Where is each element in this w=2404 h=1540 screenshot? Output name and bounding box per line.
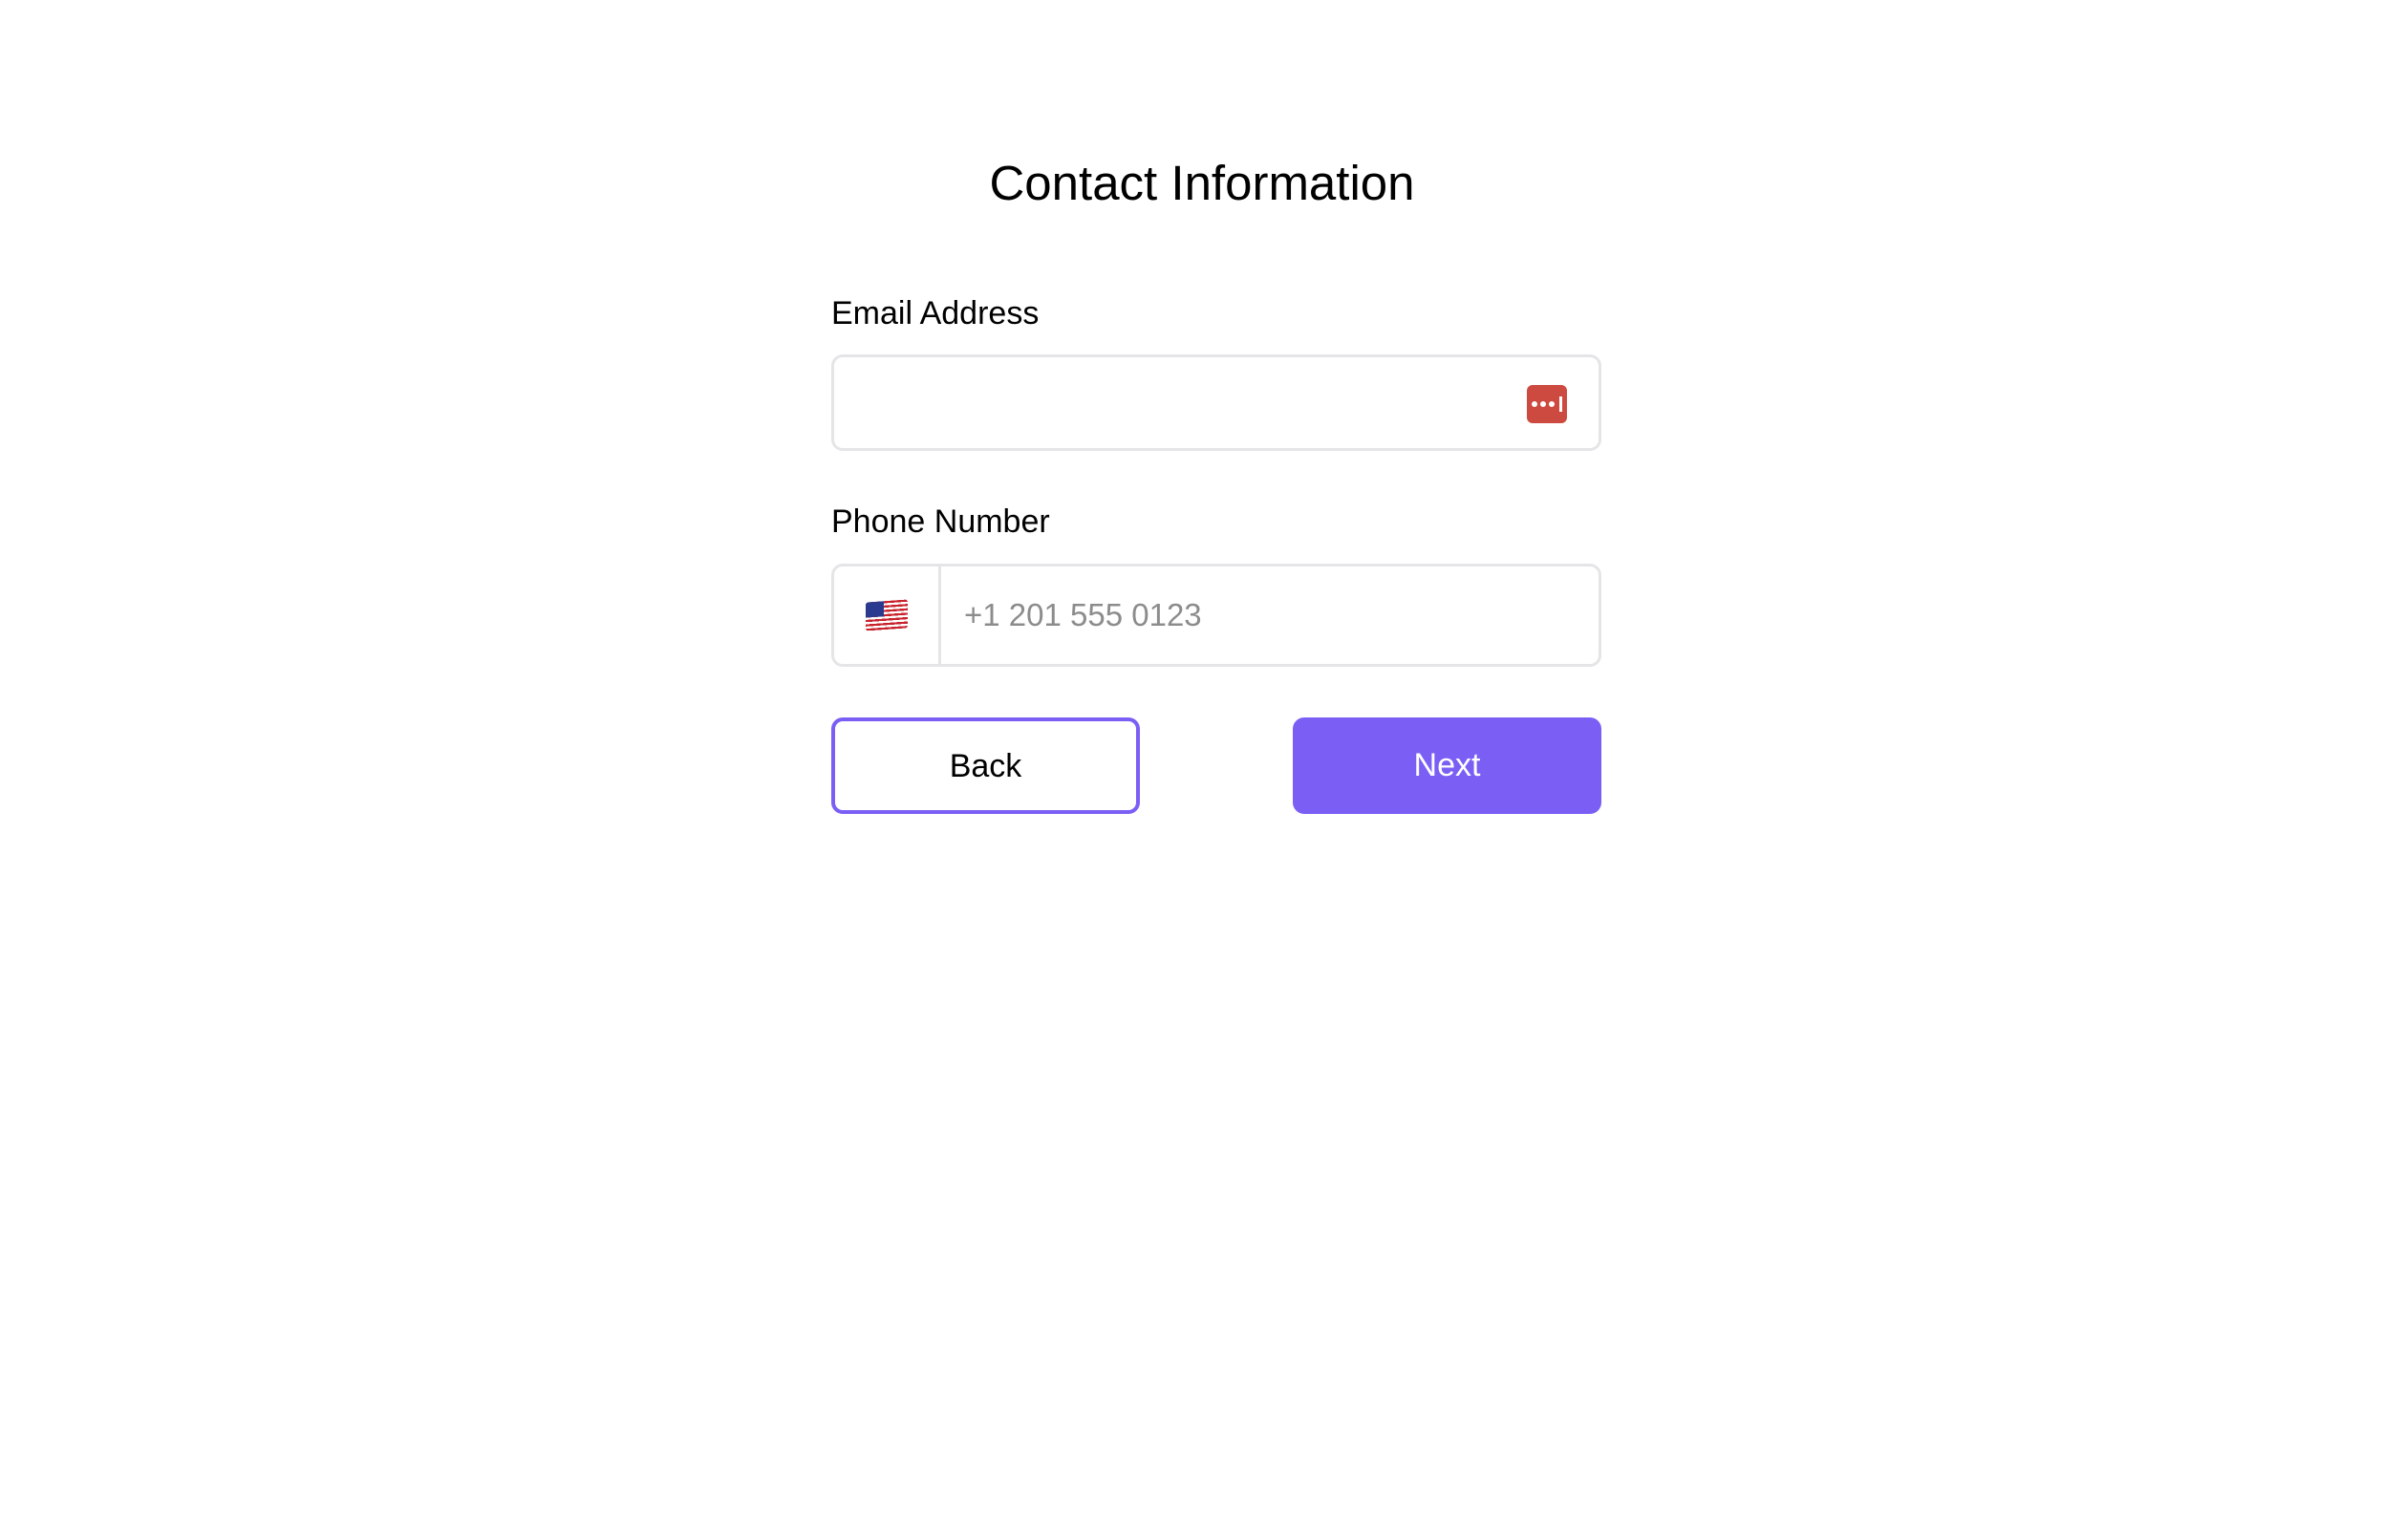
email-input[interactable] xyxy=(834,357,1522,448)
phone-label: Phone Number xyxy=(831,503,1050,540)
phone-input[interactable] xyxy=(941,567,1599,664)
password-manager-icon[interactable] xyxy=(1527,385,1567,423)
back-button[interactable]: Back xyxy=(831,717,1140,814)
contact-form-page: Contact Information Email Address Phone … xyxy=(0,0,2404,1540)
phone-field-container xyxy=(831,564,1601,667)
email-field-container xyxy=(831,354,1601,451)
email-label: Email Address xyxy=(831,295,1040,332)
us-flag-icon xyxy=(865,599,908,631)
country-selector[interactable] xyxy=(834,567,941,664)
page-title: Contact Information xyxy=(989,156,1415,210)
next-button[interactable]: Next xyxy=(1293,717,1601,814)
